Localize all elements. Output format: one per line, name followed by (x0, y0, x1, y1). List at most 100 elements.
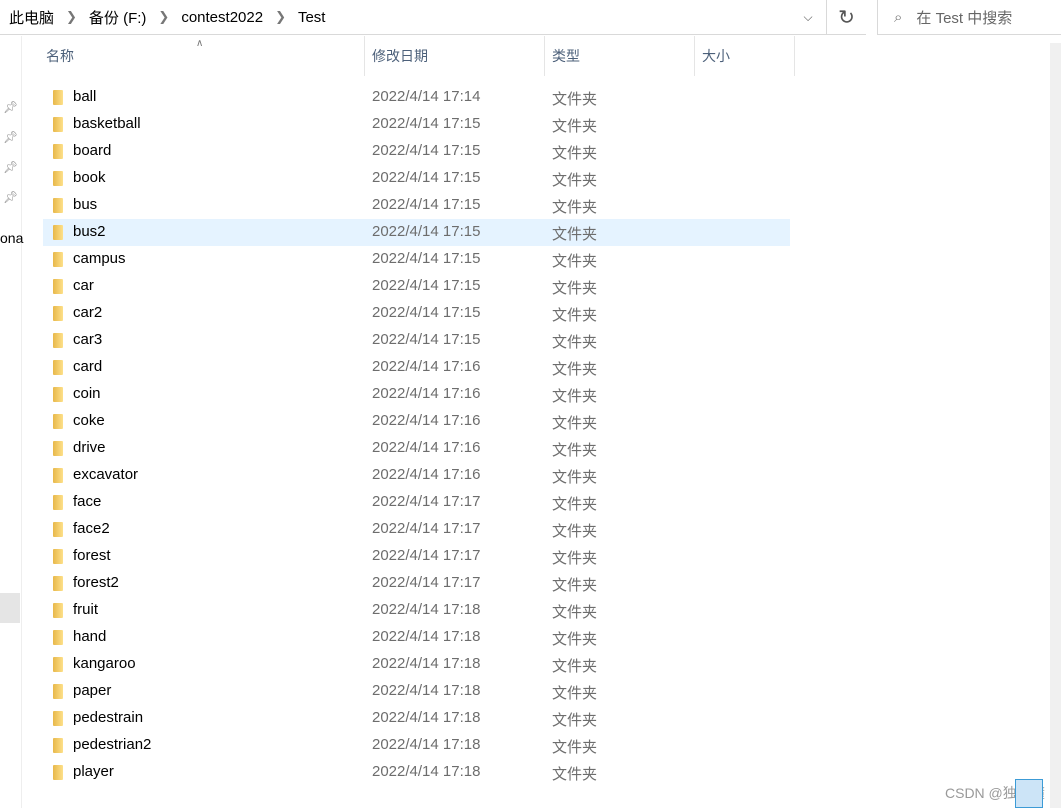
modified-date: 2022/4/14 17:15 (372, 115, 481, 132)
breadcrumb-drive[interactable]: 备份 (F:) (89, 7, 147, 28)
table-row[interactable]: board 2022/4/14 17:15 文件夹 (43, 138, 790, 165)
modified-date: 2022/4/14 17:18 (372, 736, 481, 753)
table-row[interactable]: excavator 2022/4/14 17:16 文件夹 (43, 462, 790, 489)
modified-date: 2022/4/14 17:18 (372, 628, 481, 645)
folder-icon (53, 252, 63, 267)
folder-icon (53, 387, 63, 402)
folder-icon (53, 171, 63, 186)
modified-date: 2022/4/14 17:16 (372, 439, 481, 456)
chevron-down-icon: ⌵ (803, 10, 813, 24)
table-row[interactable]: face2 2022/4/14 17:17 文件夹 (43, 516, 790, 543)
folder-icon (53, 603, 63, 618)
file-type: 文件夹 (552, 253, 598, 270)
table-row[interactable]: hand 2022/4/14 17:18 文件夹 (43, 624, 790, 651)
vertical-scrollbar[interactable] (1050, 43, 1061, 808)
table-row[interactable]: car 2022/4/14 17:15 文件夹 (43, 273, 790, 300)
modified-date: 2022/4/14 17:15 (372, 304, 481, 321)
file-type: 文件夹 (552, 280, 598, 297)
file-type: 文件夹 (552, 685, 598, 702)
table-row[interactable]: forest2 2022/4/14 17:17 文件夹 (43, 570, 790, 597)
file-type: 文件夹 (552, 307, 598, 324)
modified-date: 2022/4/14 17:16 (372, 358, 481, 375)
breadcrumb-test[interactable]: Test (298, 9, 326, 26)
column-header-date[interactable]: 修改日期 (365, 36, 545, 76)
file-type: 文件夹 (552, 226, 598, 243)
folder-icon (53, 441, 63, 456)
file-name: excavator (73, 466, 139, 483)
pin-icon[interactable]: 📌︎ (3, 100, 18, 114)
file-name: face2 (73, 520, 110, 537)
table-row[interactable]: ball 2022/4/14 17:14 文件夹 (43, 84, 790, 111)
file-name: hand (73, 628, 107, 645)
file-type: 文件夹 (552, 388, 598, 405)
file-type: 文件夹 (552, 739, 598, 756)
nav-item-partial[interactable]: ona (0, 230, 23, 246)
pin-icon[interactable]: 📌︎ (3, 160, 18, 174)
modified-date: 2022/4/14 17:16 (372, 385, 481, 402)
file-name: card (73, 358, 103, 375)
pin-icon[interactable]: 📌︎ (3, 190, 18, 204)
file-type: 文件夹 (552, 91, 598, 108)
chevron-right-icon[interactable]: ❯ (275, 9, 286, 25)
table-row[interactable]: forest 2022/4/14 17:17 文件夹 (43, 543, 790, 570)
folder-icon (53, 279, 63, 294)
breadcrumb-this-pc[interactable]: 此电脑 (9, 7, 54, 28)
file-name: campus (73, 250, 126, 267)
column-header-type[interactable]: 类型 (545, 36, 695, 76)
file-name: coke (73, 412, 105, 429)
nav-item-selected[interactable] (0, 593, 20, 623)
file-type: 文件夹 (552, 442, 598, 459)
file-name: basketball (73, 115, 141, 132)
table-row[interactable]: face 2022/4/14 17:17 文件夹 (43, 489, 790, 516)
folder-icon (53, 90, 63, 105)
column-label: 名称 (46, 48, 74, 64)
file-type: 文件夹 (552, 496, 598, 513)
file-type: 文件夹 (552, 550, 598, 567)
table-row[interactable]: car2 2022/4/14 17:15 文件夹 (43, 300, 790, 327)
file-name: book (73, 169, 106, 186)
folder-icon (53, 468, 63, 483)
search-input[interactable]: ⌕ 在 Test 中搜索 (877, 0, 1061, 35)
table-row[interactable]: book 2022/4/14 17:15 文件夹 (43, 165, 790, 192)
history-dropdown-button[interactable]: ⌵ (790, 0, 826, 35)
modified-date: 2022/4/14 17:15 (372, 277, 481, 294)
address-bar[interactable]: 此电脑 ❯ 备份 (F:) ❯ contest2022 ❯ Test (0, 0, 826, 35)
breadcrumb-contest2022[interactable]: contest2022 (181, 9, 263, 26)
table-row[interactable]: player 2022/4/14 17:18 文件夹 (43, 759, 790, 786)
file-name: forest (73, 547, 111, 564)
table-row[interactable]: basketball 2022/4/14 17:15 文件夹 (43, 111, 790, 138)
table-row[interactable]: car3 2022/4/14 17:15 文件夹 (43, 327, 790, 354)
column-label: 大小 (702, 48, 730, 64)
pin-icon[interactable]: 📌︎ (3, 130, 18, 144)
table-row[interactable]: bus2 2022/4/14 17:15 文件夹 (43, 219, 790, 246)
table-row[interactable]: kangaroo 2022/4/14 17:18 文件夹 (43, 651, 790, 678)
table-row[interactable]: paper 2022/4/14 17:18 文件夹 (43, 678, 790, 705)
chevron-right-icon[interactable]: ❯ (66, 9, 77, 25)
file-type: 文件夹 (552, 577, 598, 594)
file-name: pedestrain (73, 709, 144, 726)
table-row[interactable]: drive 2022/4/14 17:16 文件夹 (43, 435, 790, 462)
table-row[interactable]: pedestrian2 2022/4/14 17:18 文件夹 (43, 732, 790, 759)
refresh-button[interactable]: ↻ (826, 0, 866, 35)
file-name: bus2 (73, 223, 106, 240)
table-row[interactable]: fruit 2022/4/14 17:18 文件夹 (43, 597, 790, 624)
column-header-size[interactable]: 大小 (695, 36, 795, 76)
folder-icon (53, 630, 63, 645)
taskbar-tray-icon[interactable] (1015, 779, 1043, 808)
table-row[interactable]: coin 2022/4/14 17:16 文件夹 (43, 381, 790, 408)
column-header-name[interactable]: 名称 (43, 36, 365, 76)
file-type: 文件夹 (552, 172, 598, 189)
file-type: 文件夹 (552, 469, 598, 486)
folder-icon (53, 198, 63, 213)
table-row[interactable]: campus 2022/4/14 17:15 文件夹 (43, 246, 790, 273)
file-name: bus (73, 196, 98, 213)
table-row[interactable]: bus 2022/4/14 17:15 文件夹 (43, 192, 790, 219)
table-row[interactable]: coke 2022/4/14 17:16 文件夹 (43, 408, 790, 435)
file-type: 文件夹 (552, 766, 598, 783)
table-row[interactable]: pedestrain 2022/4/14 17:18 文件夹 (43, 705, 790, 732)
chevron-right-icon[interactable]: ❯ (158, 9, 169, 25)
folder-icon (53, 360, 63, 375)
folder-icon (53, 738, 63, 753)
table-row[interactable]: card 2022/4/14 17:16 文件夹 (43, 354, 790, 381)
file-type: 文件夹 (552, 118, 598, 135)
